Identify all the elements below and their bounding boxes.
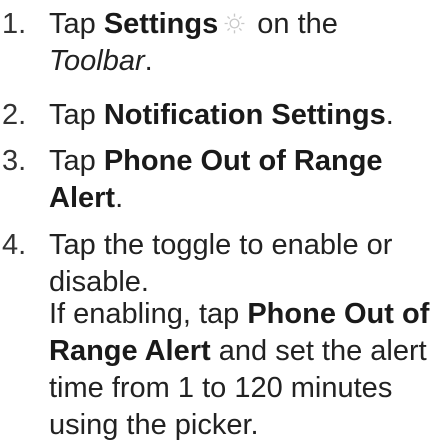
note-prefix: If enabling, tap bbox=[49, 298, 240, 330]
step-prefix: Tap bbox=[49, 8, 96, 40]
note-line-rest: and set the alert bbox=[218, 335, 427, 367]
note-line: time from 1 to 120 minutes bbox=[49, 372, 393, 404]
step-prefix: Tap bbox=[49, 145, 96, 177]
settings-gear-icon bbox=[224, 13, 245, 34]
step-number: 1. bbox=[2, 8, 27, 40]
phone-out-of-label: Phone Out of bbox=[247, 298, 430, 330]
step-line: Tap the toggle to enable or bbox=[49, 229, 393, 261]
note-text: If enabling, tap Phone Out of Range Aler… bbox=[49, 296, 441, 444]
step-text: Tap the toggle to enable or disable. bbox=[49, 227, 441, 301]
settings-label: Settings bbox=[103, 8, 219, 40]
toolbar-label: Toolbar bbox=[49, 45, 145, 77]
instructions-document: 1. Tap Settings on the Toolbar. 2. Tap N… bbox=[0, 0, 441, 441]
alert-label: Alert bbox=[49, 182, 116, 214]
step-number: 4. bbox=[2, 229, 27, 261]
notification-settings-label: Notification Settings bbox=[103, 99, 386, 131]
step-text: Tap Phone Out of Range Alert. bbox=[49, 145, 383, 214]
step-prefix: Tap bbox=[49, 99, 96, 131]
step-number: 2. bbox=[2, 99, 27, 131]
step-text: Tap Notification Settings. bbox=[49, 99, 394, 131]
phone-out-of-range-label: Phone Out of Range bbox=[103, 145, 383, 177]
step-text: Tap Settings on the Toolbar. bbox=[49, 8, 338, 77]
range-alert-label: Range Alert bbox=[49, 335, 211, 367]
note-line: using the picker. bbox=[49, 409, 259, 441]
step-text-after-icon: on the bbox=[257, 8, 338, 40]
step-number: 3. bbox=[2, 145, 27, 177]
